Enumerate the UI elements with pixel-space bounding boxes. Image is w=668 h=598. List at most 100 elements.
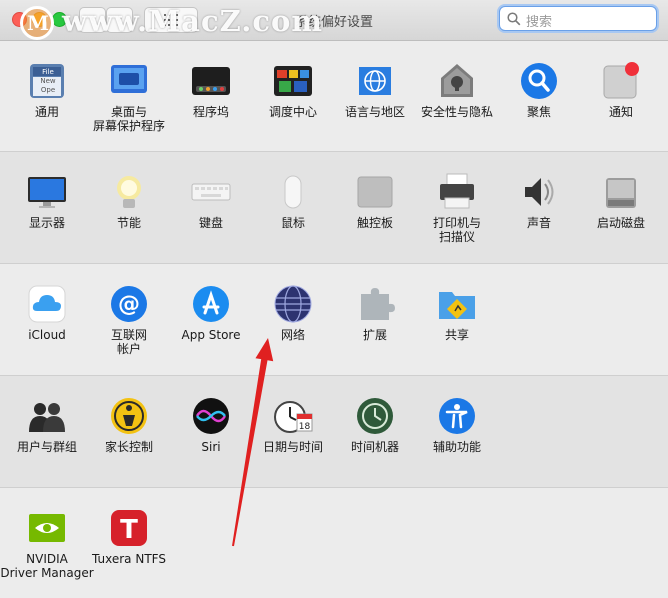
general-icon-text: File New Ope	[40, 68, 56, 94]
pref-pane-keyboard[interactable]: 键盘	[170, 152, 252, 262]
siri-icon	[193, 398, 229, 434]
pref-pane-parental[interactable]: 家长控制	[88, 376, 170, 486]
sharing-icon	[439, 292, 475, 319]
extensions-icon	[361, 288, 395, 320]
time-machine-icon	[357, 398, 393, 434]
calendar-day: 18	[299, 422, 311, 432]
pref-pane-label: 显示器	[28, 216, 65, 230]
pref-pane-label: 键盘	[198, 216, 223, 230]
pref-pane-displays[interactable]: 显示器	[6, 152, 88, 262]
pref-pane-energy[interactable]: 节能	[88, 152, 170, 262]
pref-pane-spotlight[interactable]: 聚焦	[498, 41, 580, 151]
sound-icon	[525, 178, 554, 206]
pref-pane-label: 日期与时间	[262, 440, 323, 454]
pref-pane-siri[interactable]: Siri	[170, 376, 252, 486]
tuxera-icon: T	[111, 510, 147, 546]
internet-accounts-icon: @	[111, 286, 147, 322]
pref-pane-datetime[interactable]: 18 日期与时间	[252, 376, 334, 486]
pref-pane-label: iCloud	[28, 328, 66, 342]
pref-pane-general[interactable]: File New Ope 通用	[6, 41, 88, 151]
pref-pane-notifications[interactable]: 通知	[580, 41, 662, 151]
tuxera-glyph: T	[120, 515, 138, 545]
notifications-icon	[603, 62, 639, 99]
pref-pane-label: 桌面与 屏幕保护程序	[92, 105, 165, 133]
pref-pane-label: 启动磁盘	[596, 216, 645, 230]
pref-pane-label: 家长控制	[104, 440, 153, 454]
pref-pane-network[interactable]: 网络	[252, 264, 334, 374]
pref-pane-label: 辅助功能	[432, 440, 481, 454]
pref-pane-label: 网络	[280, 328, 305, 342]
security-icon	[441, 64, 473, 97]
users-icon	[29, 403, 65, 432]
pref-pane-sharing[interactable]: 共享	[416, 264, 498, 374]
pref-pane-printers[interactable]: 打印机与 扫描仪	[416, 152, 498, 262]
pref-pane-tuxera[interactable]: T Tuxera NTFS	[88, 488, 170, 598]
pref-pane-accessibility[interactable]: 辅助功能	[416, 376, 498, 486]
pref-pane-label: 声音	[526, 216, 551, 230]
pref-pane-nvidia[interactable]: NVIDIA Driver Manager	[0, 488, 94, 598]
pref-pane-label: App Store	[181, 328, 241, 342]
watermark-text: www.MacZ.com	[62, 4, 324, 38]
desktop-icon	[111, 65, 147, 93]
pref-pane-label: 通用	[34, 105, 59, 119]
pref-pane-appstore[interactable]: App Store	[170, 264, 252, 374]
pref-pane-extensions[interactable]: 扩展	[334, 264, 416, 374]
display-icon	[28, 177, 66, 208]
svg-text:@: @	[118, 292, 140, 317]
startup-disk-icon	[606, 178, 636, 208]
pref-pane-label: NVIDIA Driver Manager	[0, 552, 94, 580]
pref-pane-users[interactable]: 用户与群组	[6, 376, 88, 486]
pref-pane-icloud[interactable]: iCloud	[6, 264, 88, 374]
title-bar: ‹ › 系统偏好设置 搜索 www.MacZ.com	[0, 0, 668, 41]
section-hardware: 显示器 节能 键盘 鼠标 触控板 打印机与 扫描仪 声音 启动磁盘	[0, 152, 668, 264]
pref-pane-mission[interactable]: 调度中心	[252, 41, 334, 151]
pref-pane-internet[interactable]: @ 互联网 帐户	[88, 264, 170, 374]
dock-icon	[192, 67, 230, 95]
nvidia-icon	[29, 514, 65, 542]
section-personal: File New Ope 通用 桌面与 屏幕保护程序 程序坞 调度中心 语言与地区 安全性与隐私…	[0, 41, 668, 152]
pref-pane-security[interactable]: 安全性与隐私	[416, 41, 498, 151]
pref-pane-label: Tuxera NTFS	[92, 552, 166, 566]
pref-pane-desktop[interactable]: 桌面与 屏幕保护程序	[88, 41, 170, 151]
pref-pane-label: 程序坞	[192, 105, 229, 119]
watermark-logo	[20, 6, 54, 40]
pref-pane-startup[interactable]: 启动磁盘	[580, 152, 662, 262]
section-system: 用户与群组 家长控制 Siri 18 日期与时间 时间机器 辅助功能	[0, 376, 668, 488]
pref-pane-label: 互联网 帐户	[110, 328, 147, 356]
spotlight-icon	[521, 63, 557, 99]
pref-pane-label: 聚焦	[526, 105, 551, 119]
pref-pane-mouse[interactable]: 鼠标	[252, 152, 334, 262]
pref-pane-timemachine[interactable]: 时间机器	[334, 376, 416, 486]
icloud-icon	[28, 285, 66, 323]
search-input[interactable]: 搜索	[499, 6, 657, 31]
general-icon: File New Ope	[30, 64, 64, 98]
pref-pane-label: 节能	[116, 216, 141, 230]
search-icon	[507, 12, 521, 26]
mouse-icon	[284, 175, 302, 209]
pref-pane-label: 通知	[608, 105, 633, 119]
trackpad-icon	[357, 176, 393, 208]
keyboard-icon	[191, 183, 231, 201]
section-internet: iCloud @ 互联网 帐户 App Store 网络 扩展 共享	[0, 264, 668, 376]
pref-pane-label: 共享	[444, 328, 469, 342]
pref-pane-label: 鼠标	[280, 216, 305, 230]
search-placeholder: 搜索	[526, 15, 553, 30]
pref-pane-dock[interactable]: 程序坞	[170, 41, 252, 151]
language-icon	[359, 67, 391, 95]
pref-pane-language[interactable]: 语言与地区	[334, 41, 416, 151]
pref-pane-label: 时间机器	[350, 440, 399, 454]
printer-icon	[440, 173, 474, 209]
mission-control-icon	[274, 66, 312, 96]
pref-pane-label: 语言与地区	[344, 105, 405, 119]
pref-pane-label: 用户与群组	[16, 440, 77, 454]
parental-controls-icon	[111, 398, 147, 434]
pref-pane-label: 调度中心	[268, 105, 317, 119]
pref-pane-label: 扩展	[362, 328, 387, 342]
appstore-icon	[193, 286, 229, 322]
accessibility-icon	[439, 398, 475, 434]
network-icon	[274, 285, 312, 323]
pref-pane-sound[interactable]: 声音	[498, 152, 580, 262]
pref-pane-trackpad[interactable]: 触控板	[334, 152, 416, 262]
date-time-icon: 18	[274, 401, 313, 433]
pref-pane-label: 安全性与隐私	[420, 105, 493, 119]
